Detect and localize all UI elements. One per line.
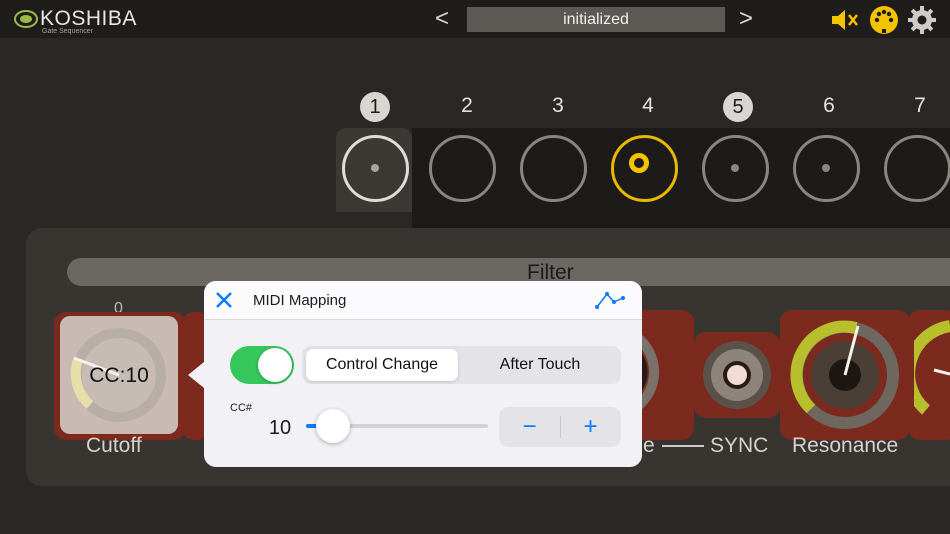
cutoff-label: Cutoff — [86, 434, 142, 457]
sync-label: SYNC — [710, 434, 769, 457]
segment-after-touch[interactable]: After Touch — [462, 349, 618, 381]
close-icon[interactable] — [214, 290, 234, 310]
midi-din-icon[interactable] — [869, 5, 899, 35]
popover-title: MIDI Mapping — [253, 292, 347, 309]
prev-preset-button[interactable]: < — [435, 5, 449, 33]
step-button-4[interactable] — [611, 135, 678, 202]
cc-decrement-button[interactable]: − — [499, 407, 560, 447]
rate-label-fragment: e — [643, 434, 655, 457]
next-preset-button[interactable]: > — [739, 5, 753, 33]
cc-increment-button[interactable]: + — [560, 407, 621, 447]
preset-name-field[interactable]: initialized — [467, 7, 725, 32]
mute-speaker-icon[interactable] — [829, 6, 859, 34]
logo-icon — [14, 10, 38, 28]
curve-icon[interactable] — [594, 290, 626, 310]
step-button-5[interactable] — [702, 135, 769, 202]
step-button-2[interactable] — [429, 135, 496, 202]
step-number-3: 3 — [552, 94, 564, 117]
step-number-5: 5 — [723, 92, 753, 122]
partial-knob-right[interactable] — [914, 318, 950, 428]
step-number-4: 4 — [642, 94, 654, 117]
step-button-6[interactable] — [793, 135, 860, 202]
cutoff-cc-mapping: CC:10 — [89, 364, 149, 387]
brand-subtitle: Gate Sequencer — [42, 28, 93, 35]
cc-number-label: CC# — [230, 402, 253, 414]
resonance-knob[interactable] — [786, 316, 904, 434]
step-number-1: 1 — [360, 92, 390, 122]
toggle-knob — [258, 348, 292, 382]
cc-number-value: 10 — [268, 417, 292, 439]
sync-connector — [662, 445, 704, 447]
step-button-7[interactable] — [884, 135, 950, 202]
step-number-6: 6 — [823, 94, 835, 117]
step-number-7: 7 — [914, 94, 926, 117]
gear-icon[interactable] — [907, 5, 937, 35]
sync-button[interactable] — [700, 338, 774, 412]
step-button-3[interactable] — [520, 135, 587, 202]
step-number-2: 2 — [461, 94, 473, 117]
resonance-label: Resonance — [792, 434, 899, 457]
cc-slider-thumb[interactable] — [316, 409, 350, 443]
segment-control-change[interactable]: Control Change — [306, 349, 458, 381]
step-button-1[interactable] — [342, 135, 409, 202]
popover-arrow — [188, 362, 204, 388]
